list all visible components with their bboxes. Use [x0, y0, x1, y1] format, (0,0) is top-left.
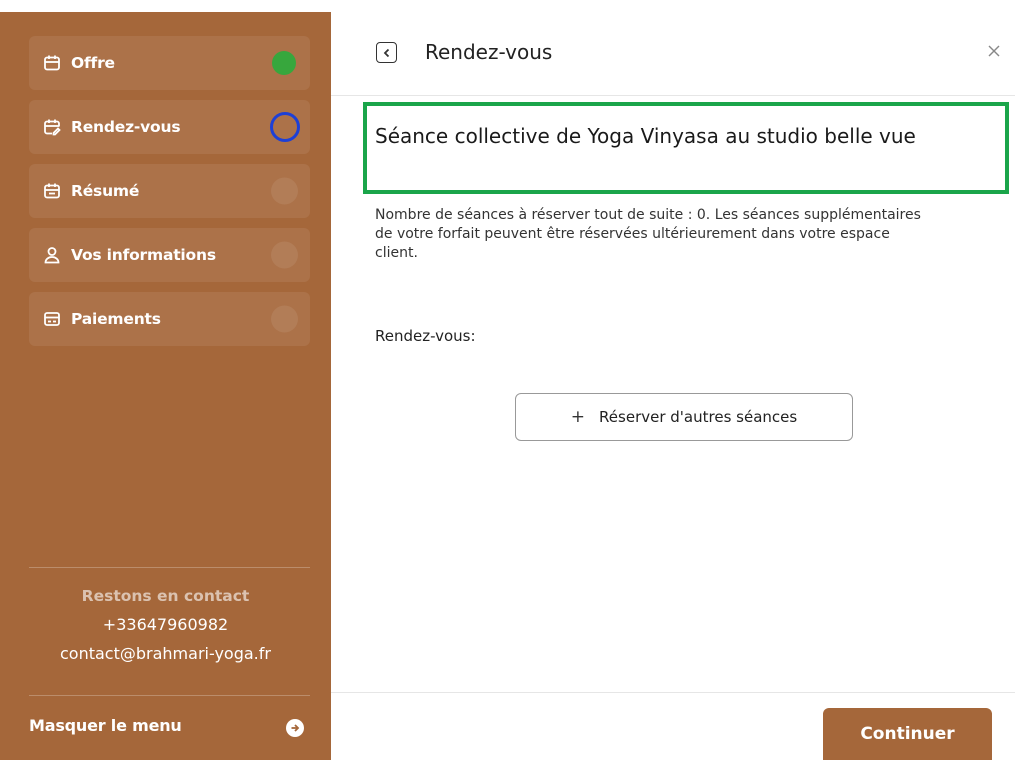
- step-pending-indicator: [271, 305, 298, 333]
- plus-icon: +: [570, 407, 586, 427]
- step-nav: Offre Rendez-vous Résumé Vos information…: [29, 36, 310, 356]
- close-button[interactable]: [983, 40, 1005, 62]
- credit-card-icon: [41, 308, 63, 330]
- appointments-label: Rendez-vous:: [375, 327, 476, 345]
- session-highlight-box: Séance collective de Yoga Vinyasa au stu…: [363, 102, 1009, 194]
- sidebar-item-label: Rendez-vous: [71, 118, 181, 136]
- sidebar-item-label: Vos informations: [71, 246, 216, 264]
- calendar-edit-icon: [41, 116, 63, 138]
- sidebar-item-resume[interactable]: Résumé: [29, 164, 310, 218]
- hide-menu-button[interactable]: Masquer le menu: [29, 710, 310, 740]
- top-strip: [0, 0, 1015, 10]
- sidebar: Offre Rendez-vous Résumé Vos information…: [0, 12, 331, 760]
- page-title: Rendez-vous: [425, 40, 553, 64]
- continue-button[interactable]: Continuer: [823, 708, 992, 760]
- sidebar-item-offre[interactable]: Offre: [29, 36, 310, 90]
- session-title: Séance collective de Yoga Vinyasa au stu…: [375, 124, 916, 148]
- sidebar-item-paiements[interactable]: Paiements: [29, 292, 310, 346]
- contact-title: Restons en contact: [81, 587, 250, 605]
- sidebar-item-label: Paiements: [71, 310, 161, 328]
- step-pending-indicator: [271, 177, 298, 205]
- sidebar-item-vos-informations[interactable]: Vos informations: [29, 228, 310, 282]
- close-icon: [988, 45, 1000, 57]
- sidebar-item-label: Offre: [71, 54, 115, 72]
- footer-divider: [331, 692, 1015, 693]
- step-current-indicator: [270, 112, 300, 142]
- hide-menu-label: Masquer le menu: [29, 715, 182, 735]
- continue-button-label: Continuer: [860, 724, 955, 744]
- back-button[interactable]: [376, 42, 397, 63]
- chevron-left-icon: [383, 48, 389, 57]
- reserve-more-sessions-button[interactable]: + Réserver d'autres séances: [515, 393, 853, 441]
- sidebar-item-label: Résumé: [71, 182, 140, 200]
- sidebar-item-rendez-vous[interactable]: Rendez-vous: [29, 100, 310, 154]
- contact-phone[interactable]: +33647960982: [0, 615, 331, 634]
- contact-block: Restons en contact +33647960982 contact@…: [0, 587, 331, 663]
- calendar-check-icon: [41, 180, 63, 202]
- calendar-icon: [41, 52, 63, 74]
- step-pending-indicator: [271, 241, 298, 269]
- session-description: Nombre de séances à réserver tout de sui…: [375, 207, 921, 261]
- sidebar-divider: [29, 567, 310, 568]
- contact-email[interactable]: contact@brahmari-yoga.fr: [0, 644, 331, 663]
- user-icon: [41, 244, 63, 266]
- reserve-button-label: Réserver d'autres séances: [599, 408, 798, 426]
- arrow-right-icon: [286, 719, 304, 737]
- step-done-indicator: [272, 51, 296, 75]
- sidebar-divider: [29, 695, 310, 696]
- modal-header: Rendez-vous: [331, 12, 1015, 96]
